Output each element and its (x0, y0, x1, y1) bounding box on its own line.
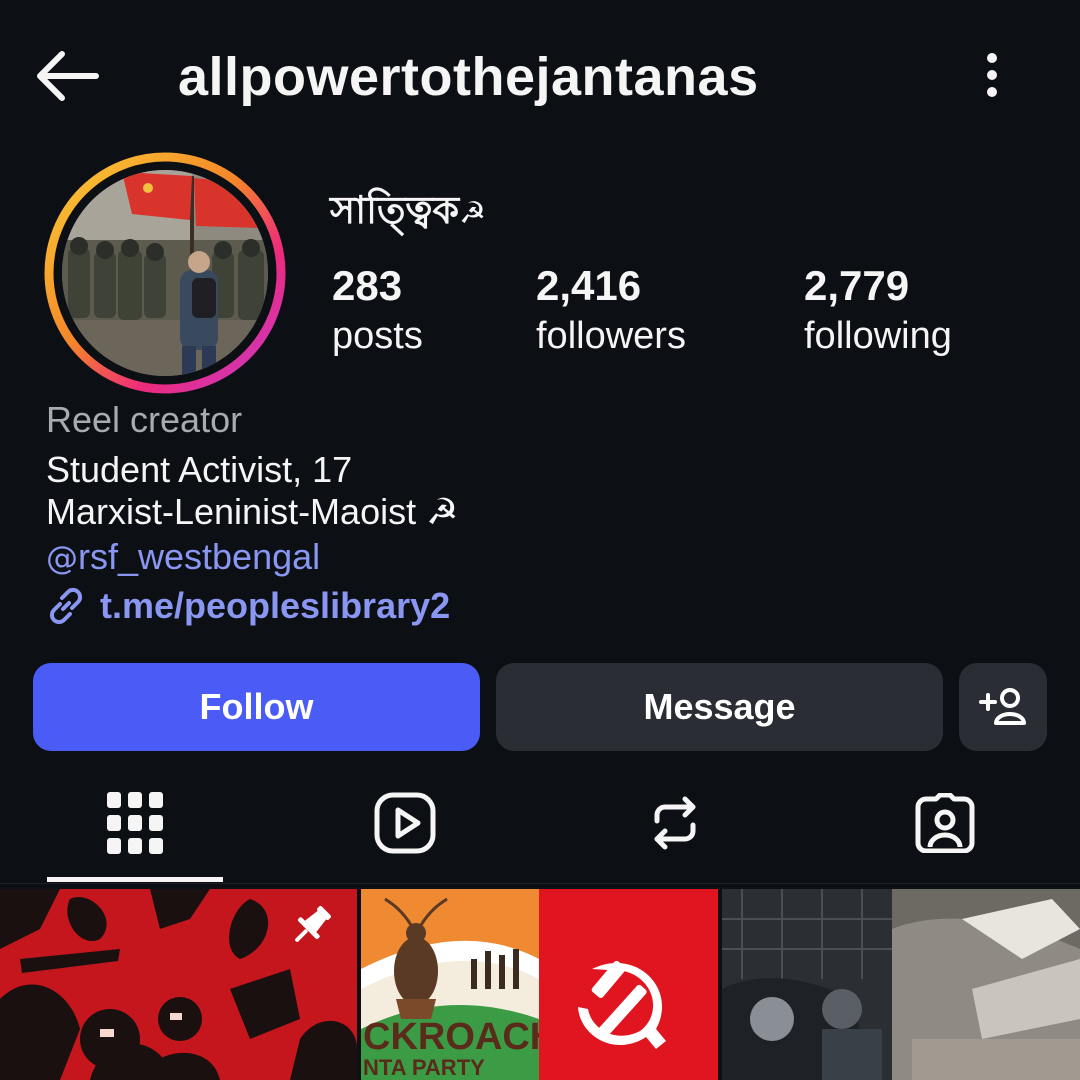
threads-icon: @ (46, 539, 78, 577)
posts-count: 283 (332, 262, 403, 309)
tab-posts-grid[interactable] (75, 778, 195, 868)
follow-button[interactable]: Follow (33, 663, 480, 751)
followers-count-stat[interactable]: 2,416 followers (536, 262, 686, 360)
thumb-text-line1: CKROACH (363, 1016, 557, 1058)
followers-count: 2,416 (536, 262, 642, 309)
more-options-button[interactable] (968, 50, 1016, 100)
display-name: সাত্ত্বিক☭ (330, 186, 486, 238)
posts-count-stat[interactable]: 283 posts (332, 262, 423, 360)
suggest-people-button[interactable] (959, 663, 1047, 751)
display-name-text: সাত্ত্বিক (330, 188, 460, 232)
link-icon (49, 587, 83, 625)
message-button[interactable]: Message (496, 663, 943, 751)
external-link-text: t.me/peopleslibrary2 (100, 585, 451, 626)
profile-category: Reel creator (46, 399, 243, 440)
avatar-photo (62, 170, 268, 376)
thumb-text-line2: NTA PARTY (363, 1055, 485, 1080)
tab-reels[interactable] (345, 778, 465, 868)
more-vertical-icon (987, 53, 997, 97)
bio-line: Student Activist, 17 (46, 449, 353, 490)
post-thumbnail[interactable]: CKROACH NTA PARTY (361, 889, 718, 1080)
arrow-left-icon (37, 51, 99, 101)
threads-handle-link[interactable]: @rsf_westbengal (46, 535, 320, 580)
hammer-sickle-emoji: ☭ (459, 196, 487, 231)
external-link[interactable]: t.me/peopleslibrary2 (46, 584, 450, 628)
tab-reposts[interactable] (615, 778, 735, 868)
following-count: 2,779 (804, 262, 910, 309)
person-add-icon (979, 688, 1026, 725)
reels-icon (374, 792, 436, 854)
tab-tagged[interactable] (885, 778, 1005, 868)
back-button[interactable] (32, 46, 102, 106)
threads-handle: rsf_westbengal (78, 536, 321, 577)
following-label: following (804, 315, 952, 357)
following-count-stat[interactable]: 2,779 following (804, 262, 952, 360)
posts-label: posts (332, 315, 423, 357)
post-image (722, 889, 1080, 1080)
grid-icon (107, 792, 163, 854)
tab-divider (0, 883, 1080, 884)
post-thumbnail[interactable] (0, 889, 357, 1080)
active-tab-indicator (47, 877, 223, 882)
bio-line: Marxist-Leninist-Maoist ☭ (46, 491, 459, 532)
post-thumbnail[interactable] (722, 889, 1080, 1080)
profile-avatar[interactable] (62, 170, 268, 376)
pin-icon (295, 906, 331, 942)
repost-icon (654, 796, 696, 850)
followers-label: followers (536, 315, 686, 357)
profile-username-title: allpowertothejantanas (178, 47, 759, 107)
tagged-person-icon (915, 793, 975, 853)
post-image: CKROACH NTA PARTY (361, 889, 718, 1080)
